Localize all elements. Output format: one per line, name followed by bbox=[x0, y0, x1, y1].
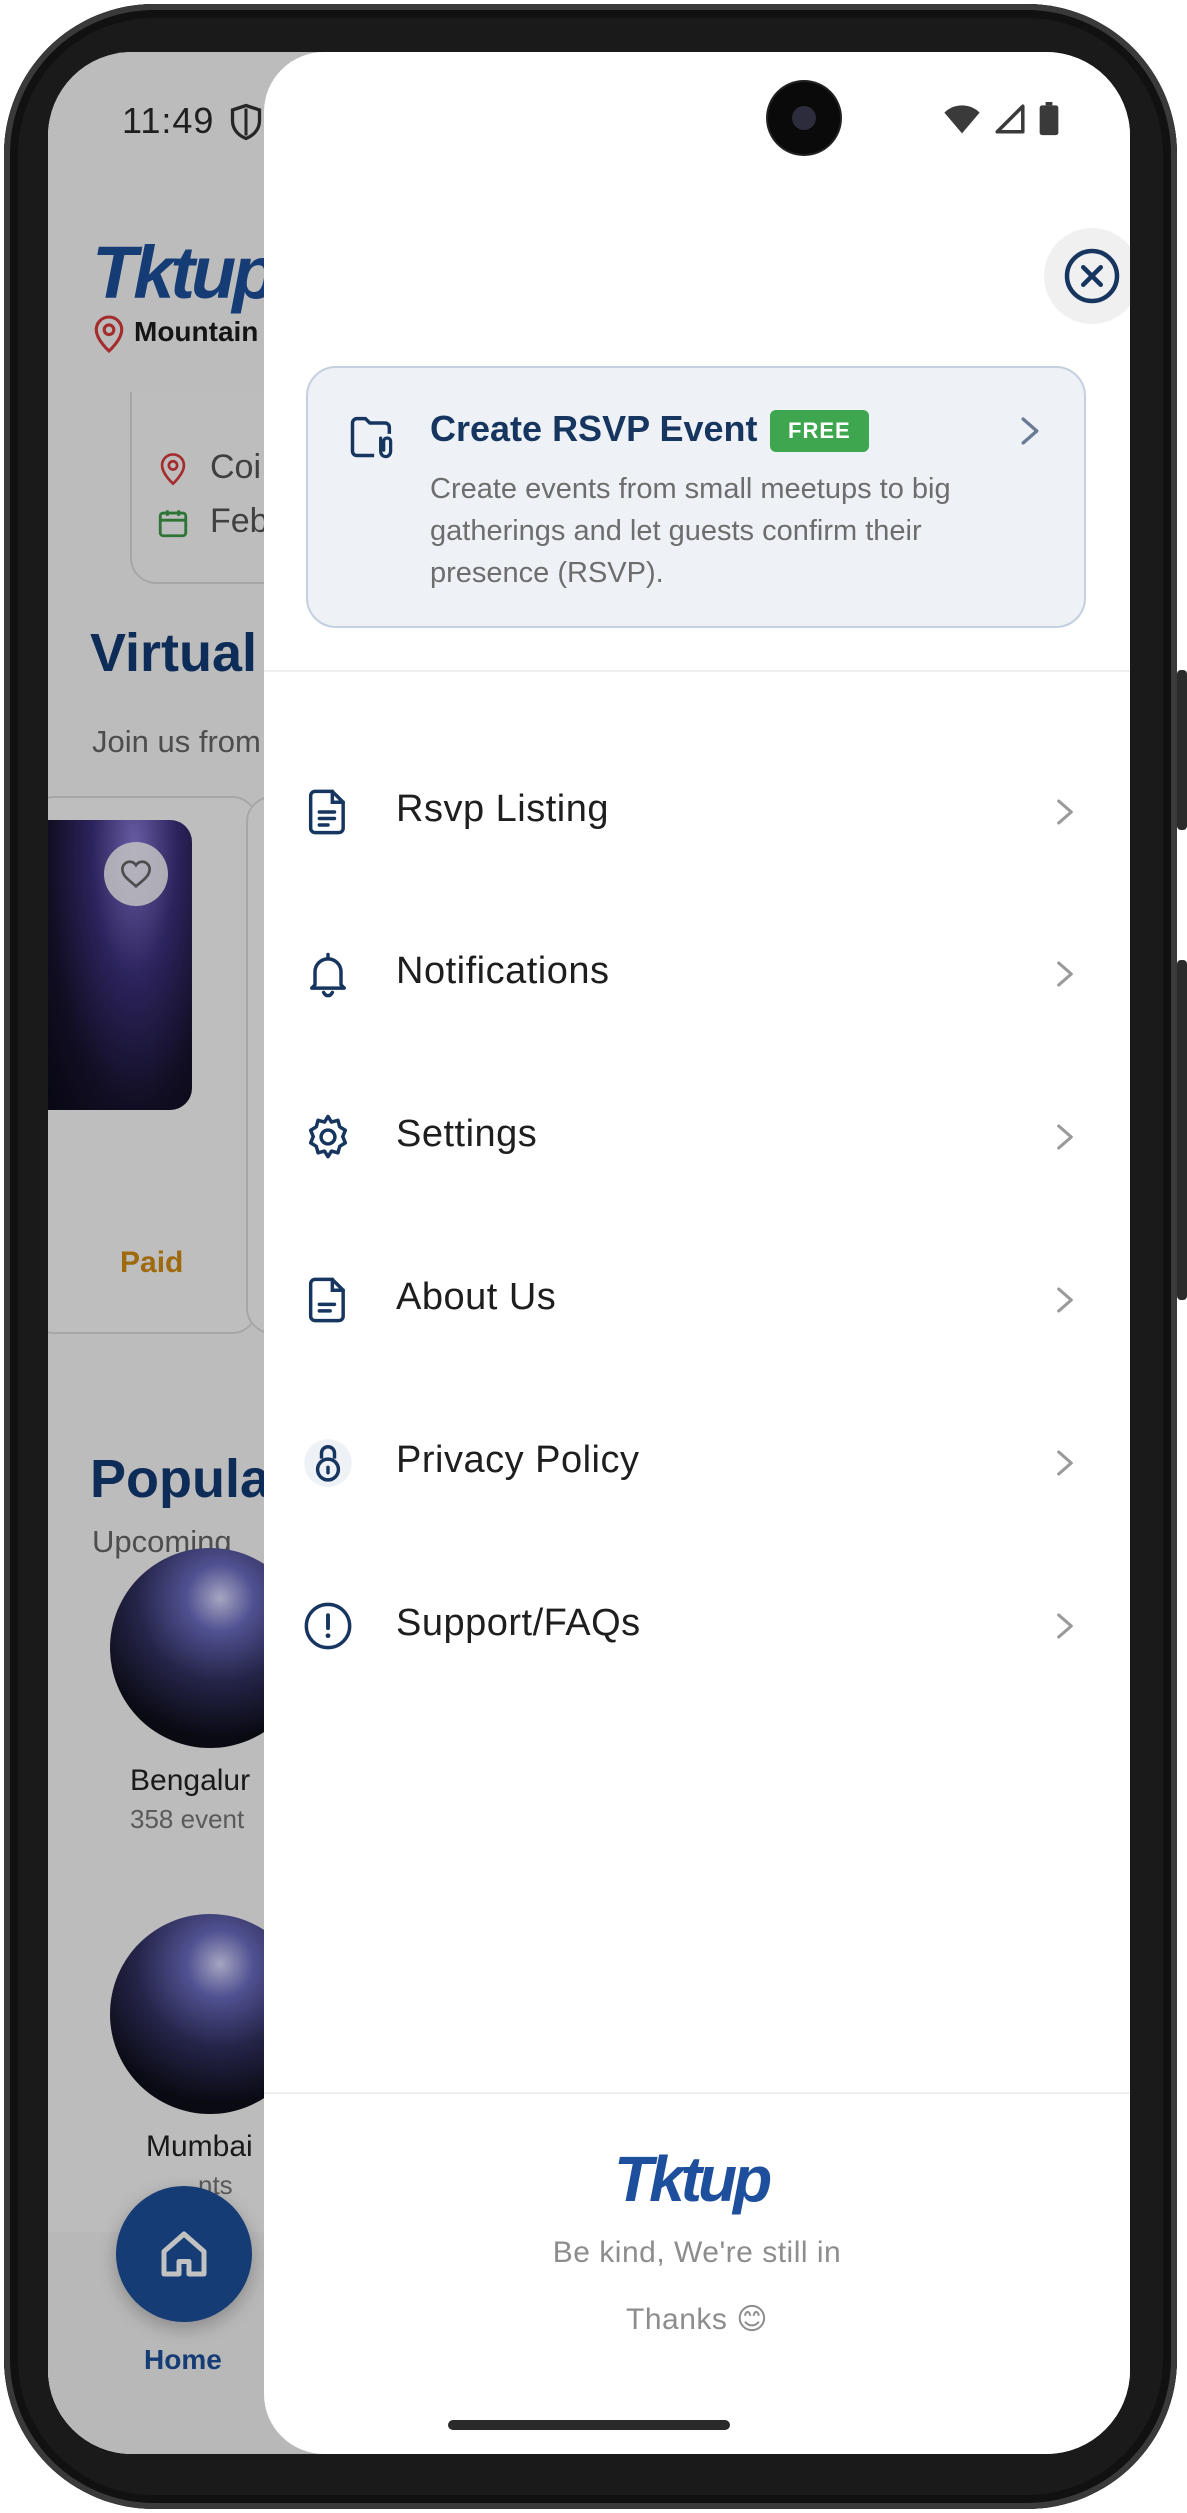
menu-item-notifications[interactable]: Notifications bbox=[264, 910, 1130, 1030]
front-camera bbox=[768, 82, 840, 154]
footer-logo: Tktup bbox=[614, 2143, 772, 2215]
divider bbox=[264, 670, 1130, 672]
document-icon bbox=[308, 1277, 345, 1323]
free-badge: FREE bbox=[770, 410, 869, 452]
bell-icon bbox=[310, 952, 346, 998]
document-list-icon bbox=[308, 789, 345, 835]
chevron-right-icon bbox=[1057, 1124, 1073, 1150]
chevron-right-icon bbox=[1057, 799, 1073, 825]
battery-icon bbox=[1039, 102, 1059, 136]
power-button bbox=[1177, 960, 1187, 1300]
volume-button bbox=[1177, 670, 1187, 830]
menu-item-privacy-policy[interactable]: Privacy Policy bbox=[264, 1399, 1130, 1519]
chevron-right-icon bbox=[1021, 417, 1039, 445]
rsvp-card-title: Create RSVP Event bbox=[430, 408, 758, 449]
status-icons bbox=[942, 102, 1060, 136]
menu-item-label: Privacy Policy bbox=[396, 1439, 640, 1481]
close-icon bbox=[1064, 248, 1120, 304]
menu-item-label: Settings bbox=[396, 1113, 538, 1155]
menu-item-label: About Us bbox=[396, 1276, 557, 1318]
chevron-right-icon bbox=[1057, 1613, 1073, 1639]
gear-icon bbox=[308, 1114, 348, 1159]
cellular-signal-icon bbox=[995, 104, 1025, 134]
menu-item-about-us[interactable]: About Us bbox=[264, 1236, 1130, 1356]
wifi-icon bbox=[944, 105, 980, 134]
rsvp-card-description: Create events from small meetups to big … bbox=[430, 473, 951, 589]
phone-screen: 11:49 Tktup Mountain V Coi Feb Virtual J… bbox=[48, 52, 1130, 2454]
menu-item-label: Notifications bbox=[396, 950, 610, 992]
navigation-drawer: Create RSVP Event FREE Create events fro… bbox=[264, 52, 1130, 2454]
menu-item-label: Rsvp Listing bbox=[396, 788, 609, 830]
create-rsvp-event-card[interactable]: Create RSVP Event FREE Create events fro… bbox=[306, 366, 1086, 628]
alert-circle-icon bbox=[304, 1602, 352, 1650]
menu-item-settings[interactable]: Settings bbox=[264, 1073, 1130, 1193]
menu-item-label: Support/FAQs bbox=[396, 1602, 641, 1644]
divider bbox=[264, 2092, 1130, 2094]
menu-item-support-faqs[interactable]: Support/FAQs bbox=[264, 1562, 1130, 1682]
footer-thanks: Thanks 😊 bbox=[626, 2303, 768, 2336]
camera-lens bbox=[792, 106, 816, 130]
chevron-right-icon bbox=[1057, 1450, 1073, 1476]
close-drawer-button[interactable] bbox=[1044, 228, 1130, 324]
home-gesture-bar[interactable] bbox=[448, 2420, 730, 2430]
lock-icon bbox=[304, 1439, 352, 1487]
folder-attachment-icon bbox=[350, 416, 393, 459]
footer-message: Be kind, We're still in bbox=[552, 2236, 842, 2269]
menu-item-rsvp-listing[interactable]: Rsvp Listing bbox=[264, 748, 1130, 868]
chevron-right-icon bbox=[1057, 961, 1073, 987]
chevron-right-icon bbox=[1057, 1287, 1073, 1313]
